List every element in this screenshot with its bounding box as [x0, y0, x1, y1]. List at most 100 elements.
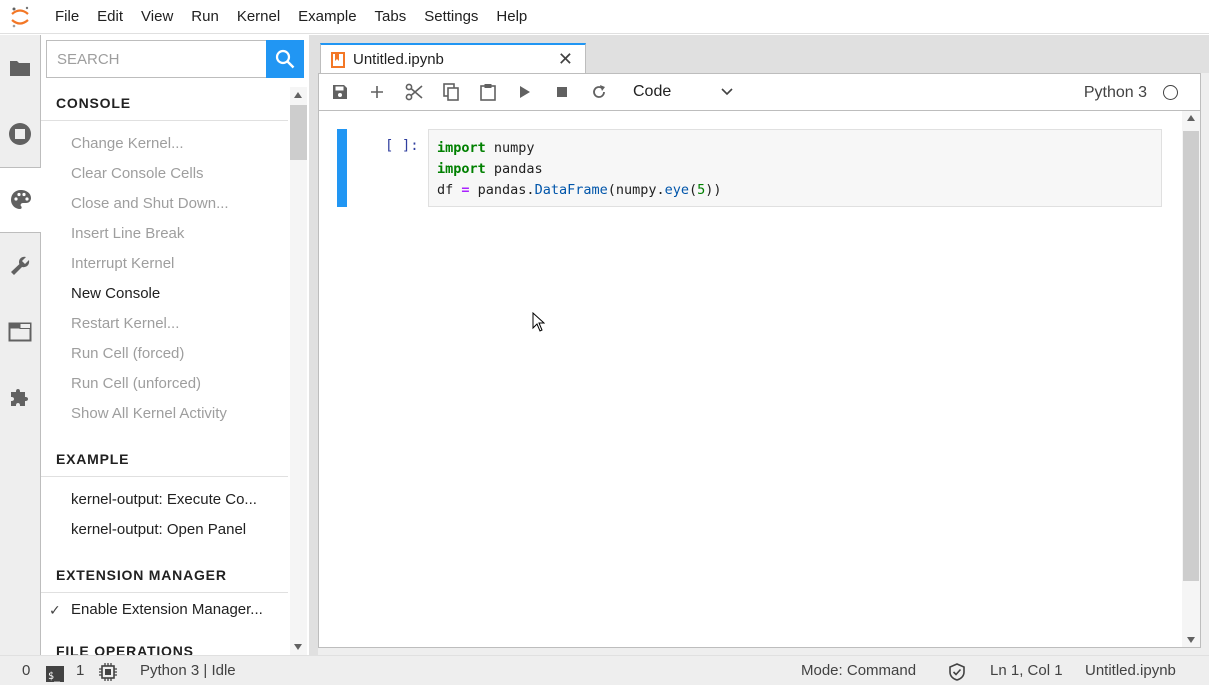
terminal-icon: $_ — [46, 663, 64, 682]
terminal-count[interactable]: 0 — [22, 656, 30, 686]
kernel-chip-icon — [99, 662, 117, 681]
command-palette: CONSOLE Change Kernel... Clear Console C… — [41, 35, 309, 655]
paste-icon — [479, 84, 496, 101]
document-tab-bar: Untitled.ipynb ✕ — [318, 35, 1209, 74]
category-header: EXTENSION MANAGER — [41, 559, 288, 593]
folder-icon — [10, 61, 30, 76]
kernel-indicator[interactable]: Python 3 — [1084, 74, 1178, 111]
menu-edit[interactable]: Edit — [88, 0, 132, 34]
command-item[interactable]: kernel-output: Execute Co... — [41, 485, 288, 515]
cursor-position[interactable]: Ln 1, Col 1 — [990, 656, 1063, 686]
command-item[interactable]: Interrupt Kernel — [41, 249, 288, 279]
command-palette-tab[interactable] — [0, 167, 41, 233]
chevron-down-icon — [721, 88, 733, 96]
command-item[interactable]: Clear Console Cells — [41, 159, 288, 189]
copy-button[interactable] — [432, 74, 469, 111]
save-icon — [332, 85, 347, 99]
property-inspector-tab[interactable] — [0, 233, 40, 299]
command-item[interactable]: Restart Kernel... — [41, 309, 288, 339]
command-label: Enable Extension Manager... — [71, 601, 263, 618]
kernel-status-icon — [1163, 85, 1178, 100]
status-bar: 0 $_ 1 Python 3 | Idle Mode: Command Ln … — [0, 655, 1209, 685]
restart-icon — [592, 85, 605, 98]
cell-type-select[interactable]: Code — [633, 83, 733, 101]
running-icon — [9, 123, 31, 145]
stop-button[interactable] — [543, 74, 580, 111]
notebook-mode: Mode: Command — [801, 662, 917, 679]
menu-help[interactable]: Help — [487, 0, 536, 34]
notebook-toolbar: Code Python 3 — [319, 74, 1200, 111]
jupyter-logo-icon — [0, 0, 40, 34]
code-cell[interactable]: [ ]: import numpy import pandas df = pan… — [337, 129, 1162, 207]
extension-manager-tab[interactable] — [0, 365, 40, 431]
trust-shield-icon[interactable] — [948, 662, 966, 681]
left-sidebar — [0, 35, 41, 655]
notebook-panel: Code Python 3 [ ]: import numpy import p… — [318, 73, 1201, 648]
file-browser-tab[interactable] — [0, 35, 40, 101]
search-icon — [275, 49, 295, 69]
open-tabs-tab[interactable] — [0, 299, 40, 365]
current-file: Untitled.ipynb — [1085, 662, 1176, 679]
cut-icon — [405, 83, 423, 101]
command-list: CONSOLE Change Kernel... Clear Console C… — [41, 87, 288, 655]
command-item[interactable]: New Console — [41, 279, 288, 309]
command-item[interactable]: Change Kernel... — [41, 129, 288, 159]
menu-example[interactable]: Example — [289, 0, 365, 34]
code-line: import numpy — [437, 140, 535, 156]
scroll-down-arrow-icon[interactable] — [294, 644, 302, 650]
scrollbar-thumb[interactable] — [1183, 131, 1199, 581]
stop-icon — [556, 87, 567, 97]
add-cell-button[interactable] — [358, 74, 395, 111]
command-item[interactable]: ✓ Enable Extension Manager... — [41, 595, 288, 625]
svg-text:$_: $_ — [48, 671, 61, 682]
command-item[interactable]: Run Cell (unforced) — [41, 369, 288, 399]
kernel-name[interactable]: Python 3 — [1084, 84, 1147, 102]
run-button[interactable] — [506, 74, 543, 111]
restart-button[interactable] — [580, 74, 617, 111]
command-item[interactable]: Insert Line Break — [41, 219, 288, 249]
palette-scrollbar[interactable] — [290, 87, 307, 655]
tab-title: Untitled.ipynb — [353, 51, 444, 68]
scroll-down-arrow-icon[interactable] — [1187, 637, 1195, 643]
search-button[interactable] — [266, 40, 304, 78]
add-icon — [370, 86, 383, 98]
menu-settings[interactable]: Settings — [415, 0, 487, 34]
kernel-count[interactable]: 1 — [76, 656, 84, 686]
menu-kernel[interactable]: Kernel — [228, 0, 289, 34]
menu-run[interactable]: Run — [182, 0, 228, 34]
category-header: FILE OPERATIONS — [41, 635, 288, 655]
notebook-icon — [331, 51, 345, 68]
mouse-cursor-icon — [532, 311, 546, 337]
scroll-up-arrow-icon[interactable] — [1187, 115, 1195, 121]
copy-icon — [442, 83, 459, 101]
run-icon — [519, 86, 530, 98]
category-header: CONSOLE — [41, 87, 288, 121]
command-item[interactable]: Show All Kernel Activity — [41, 399, 288, 429]
cut-button[interactable] — [395, 74, 432, 111]
paste-button[interactable] — [469, 74, 506, 111]
save-button[interactable] — [321, 74, 358, 111]
command-item[interactable]: kernel-output: Open Panel — [41, 515, 288, 545]
menu-file[interactable]: File — [40, 0, 88, 34]
category-header: EXAMPLE — [41, 443, 288, 477]
tabs-icon — [8, 322, 32, 342]
notebook-scrollbar[interactable] — [1182, 111, 1200, 647]
code-editor[interactable]: import numpy import pandas df = pandas.D… — [428, 129, 1162, 207]
notebook-tab[interactable]: Untitled.ipynb ✕ — [320, 43, 586, 74]
command-item[interactable]: Close and Shut Down... — [41, 189, 288, 219]
checkmark-icon: ✓ — [49, 602, 61, 618]
close-icon[interactable]: ✕ — [558, 49, 573, 70]
kernel-status[interactable]: Python 3 | Idle — [140, 656, 236, 686]
command-item[interactable]: Run Cell (forced) — [41, 339, 288, 369]
scrollbar-thumb[interactable] — [290, 105, 307, 160]
running-sessions-tab[interactable] — [0, 101, 40, 167]
menu-view[interactable]: View — [132, 0, 182, 34]
scroll-up-arrow-icon[interactable] — [294, 92, 302, 98]
menu-tabs[interactable]: Tabs — [366, 0, 416, 34]
panel-splitter[interactable] — [309, 35, 318, 655]
code-line: import pandas — [437, 161, 543, 177]
extension-icon — [11, 389, 28, 406]
cell-collapser[interactable] — [337, 129, 347, 207]
notebook-cells-area[interactable]: [ ]: import numpy import pandas df = pan… — [319, 111, 1182, 647]
search-input[interactable] — [46, 40, 266, 78]
